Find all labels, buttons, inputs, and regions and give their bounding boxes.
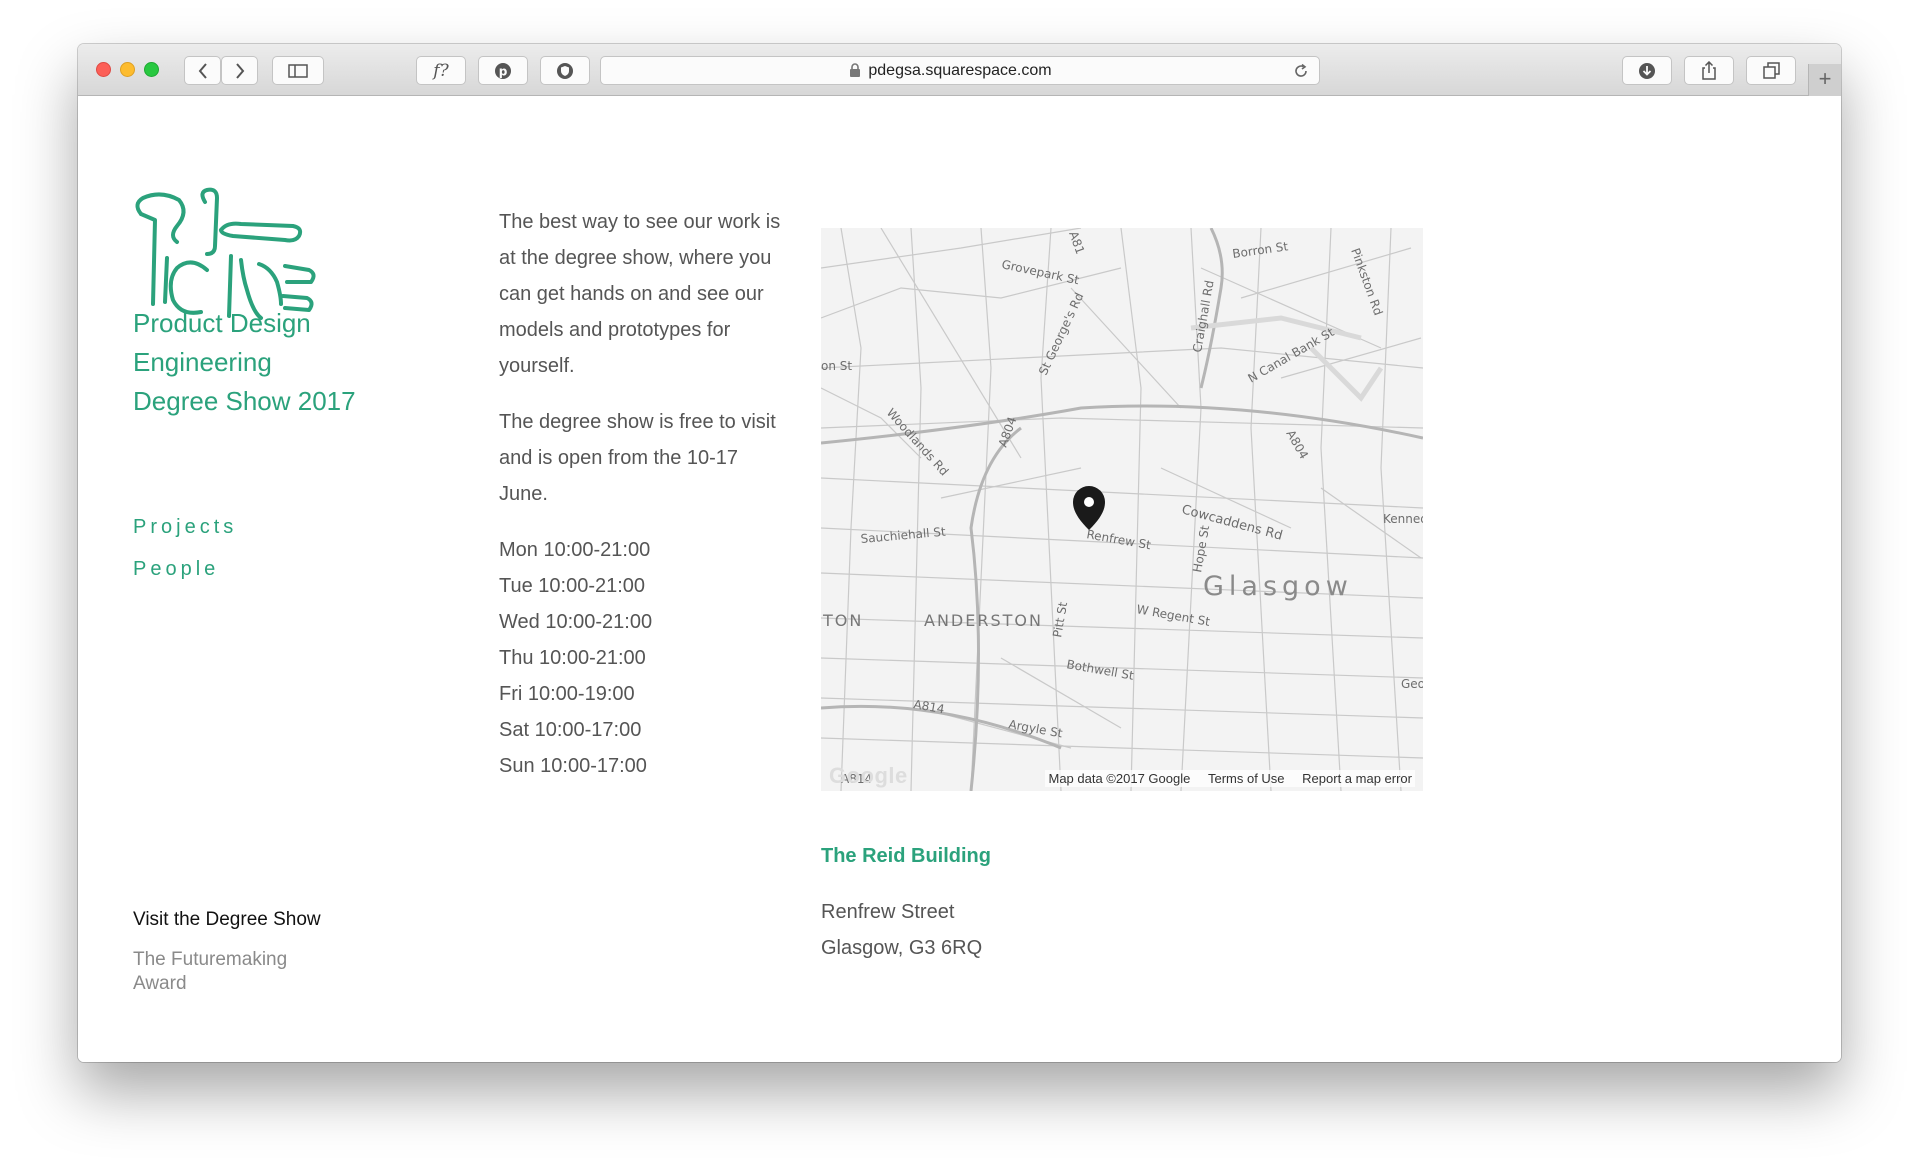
nav-people[interactable]: People <box>133 548 237 590</box>
shield-icon <box>557 62 573 79</box>
map-city-label: Glasgow <box>1203 571 1353 602</box>
site-title-line2: Engineering <box>133 347 272 377</box>
opening-hours: Mon 10:00-21:00 Tue 10:00-21:00 Wed 10:0… <box>499 532 789 784</box>
intro-paragraph-1: The best way to see our work is at the d… <box>499 211 781 377</box>
hours-row: Tue 10:00-21:00 <box>499 575 646 597</box>
intro-paragraph-2: The degree show is free to visit and is … <box>499 411 776 505</box>
map-label-kenned: Kenned <box>1383 512 1423 526</box>
forward-button[interactable] <box>221 56 258 85</box>
hours-row: Sat 10:00-17:00 <box>499 719 642 741</box>
privacy-extension-button[interactable] <box>540 56 590 85</box>
hours-row: Fri 10:00-19:00 <box>499 683 635 705</box>
share-button[interactable] <box>1684 56 1734 85</box>
svg-text:p: p <box>499 64 508 78</box>
venue-address: The Reid Building Renfrew Street Glasgow… <box>821 842 991 966</box>
footer-nav: Visit the Degree Show The Futuremaking A… <box>133 908 321 996</box>
close-window-button[interactable] <box>96 62 111 77</box>
browser-window: f? p pdegsa.squarespace.com + Product De… <box>78 44 1841 1062</box>
google-logo: Google <box>829 763 908 788</box>
map-district-partial: TON <box>822 611 863 630</box>
map-terms-link[interactable]: Terms of Use <box>1208 771 1285 786</box>
new-tab-button[interactable]: + <box>1808 64 1841 96</box>
map-attribution: Map data ©2017 Google Terms of Use Repor… <box>1045 770 1415 787</box>
tabs-icon <box>1762 62 1780 79</box>
venue-name[interactable]: The Reid Building <box>821 842 991 870</box>
address-url: pdegsa.squarespace.com <box>868 62 1052 79</box>
venue-street: Renfrew Street <box>821 901 955 923</box>
footer-nav-futuremaking[interactable]: The Futuremaking Award <box>133 948 313 996</box>
site-title-line3: Degree Show 2017 <box>133 386 356 416</box>
downloads-button[interactable] <box>1622 56 1672 85</box>
map-canvas[interactable]: Grovepark St Borron St Craighall Rd Pink… <box>821 228 1423 791</box>
font-extension-button[interactable]: f? <box>416 56 466 85</box>
pinterest-extension-button[interactable]: p <box>478 56 528 85</box>
page-content: Product Design Engineering Degree Show 2… <box>78 96 1841 1062</box>
forward-icon <box>235 62 244 79</box>
back-button[interactable] <box>184 56 221 85</box>
tabs-overview-button[interactable] <box>1746 56 1796 85</box>
map-label-on-st: on St <box>821 359 852 373</box>
hours-row: Sun 10:00-17:00 <box>499 755 647 777</box>
site-title[interactable]: Product Design Engineering Degree Show 2… <box>133 304 393 421</box>
back-icon <box>198 62 207 79</box>
venue-city: Glasgow, G3 6RQ <box>821 937 983 959</box>
reload-icon[interactable] <box>1293 63 1309 79</box>
hours-row: Mon 10:00-21:00 <box>499 539 651 561</box>
hours-row: Thu 10:00-21:00 <box>499 647 646 669</box>
sidebar-button[interactable] <box>272 56 324 85</box>
location-map[interactable]: Grovepark St Borron St Craighall Rd Pink… <box>821 228 1423 791</box>
map-data-credit: Map data ©2017 Google <box>1048 771 1191 786</box>
share-icon <box>1702 61 1716 80</box>
minimize-window-button[interactable] <box>120 62 135 77</box>
map-district-anderston: ANDERSTON <box>924 611 1043 630</box>
new-tab-icon: + <box>1818 66 1832 91</box>
download-icon <box>1639 62 1655 79</box>
nav-projects[interactable]: Projects <box>133 506 237 548</box>
address-bar[interactable]: pdegsa.squarespace.com <box>600 56 1320 85</box>
map-label-geo: Geo <box>1401 677 1423 691</box>
pinterest-icon: p <box>495 62 511 79</box>
font-icon: f? <box>433 60 449 81</box>
sidebar-icon <box>288 63 308 78</box>
intro-column: The best way to see our work is at the d… <box>499 204 789 784</box>
map-report-error-link[interactable]: Report a map error <box>1302 771 1412 786</box>
footer-nav-visit[interactable]: Visit the Degree Show <box>133 908 321 932</box>
main-nav: Projects People <box>133 506 237 590</box>
lock-icon <box>850 63 860 77</box>
hours-row: Wed 10:00-21:00 <box>499 611 653 633</box>
zoom-window-button[interactable] <box>144 62 159 77</box>
site-title-line1: Product Design <box>133 308 311 338</box>
browser-toolbar: f? p pdegsa.squarespace.com + <box>78 44 1841 96</box>
